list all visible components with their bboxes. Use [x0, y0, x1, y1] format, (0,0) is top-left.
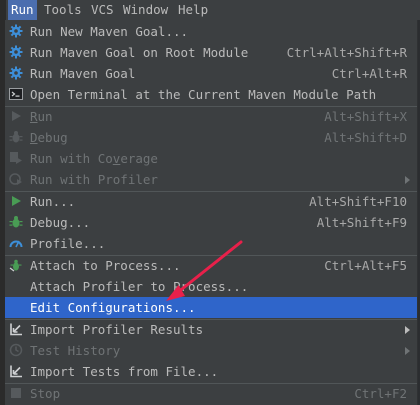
maven-gear-icon — [9, 24, 23, 38]
run-menu: Run New Maven Goal... Run Maven Goal on … — [5, 20, 418, 405]
menu-item-label: Attach Profiler to Process... — [30, 279, 249, 294]
menu-item-import-profiler-results[interactable]: Import Profiler Results — [5, 319, 417, 340]
maven-gear-icon — [9, 66, 23, 80]
menu-item-attach-profiler[interactable]: Attach Profiler to Process... — [5, 276, 417, 297]
maven-gear-icon — [9, 45, 23, 59]
menu-item-import-tests-from-file[interactable]: Import Tests from File... — [5, 361, 417, 382]
run-icon — [9, 194, 23, 208]
profiler-icon — [9, 172, 23, 186]
import-results-icon — [9, 322, 23, 336]
menu-bar: Run Tools VCS Window Help — [0, 0, 420, 20]
run-icon — [9, 109, 23, 123]
menu-item-run-maven-goal[interactable]: Run Maven Goal Ctrl+Alt+R — [5, 63, 417, 84]
menu-item-profile[interactable]: Profile... — [5, 233, 417, 254]
menubar-window[interactable]: Window — [120, 0, 171, 20]
menu-item-attach-to-process[interactable]: Attach to Process... Ctrl+Alt+F5 — [5, 255, 417, 276]
menu-item-label: Run with Profiler — [30, 172, 158, 187]
menu-item-label: Run Maven Goal — [30, 66, 136, 81]
menu-item-label: Run... — [30, 194, 76, 209]
menu-item-shortcut: Alt+Shift+F9 — [316, 215, 407, 230]
menu-item-shortcut: Ctrl+Alt+F5 — [324, 258, 407, 273]
terminal-icon — [9, 87, 23, 101]
debug-icon — [9, 215, 23, 229]
menu-item-shortcut: Ctrl+Alt+Shift+R — [286, 45, 407, 60]
debug-icon — [9, 130, 23, 144]
menu-item-label: Run — [30, 109, 53, 124]
menu-item-debug[interactable]: Debug Alt+Shift+D — [5, 127, 417, 148]
menu-item-shortcut: Alt+Shift+X — [324, 109, 407, 124]
menu-item-run-new-maven-goal[interactable]: Run New Maven Goal... — [5, 21, 417, 42]
import-results-icon — [9, 364, 23, 378]
menu-item-shortcut: Alt+Shift+D — [324, 130, 407, 145]
menu-item-test-history[interactable]: Test History — [5, 340, 417, 361]
menubar-tools[interactable]: Tools — [41, 0, 85, 20]
menu-item-label: Open Terminal at the Current Maven Modul… — [30, 87, 377, 102]
menu-item-stop[interactable]: Stop Ctrl+F2 — [5, 383, 417, 404]
menu-item-shortcut: Ctrl+Alt+R — [331, 66, 407, 81]
submenu-arrow-icon — [405, 176, 410, 184]
menubar-vcs[interactable]: VCS — [88, 0, 117, 20]
menu-item-label: Stop — [30, 386, 61, 401]
menu-item-label: Import Tests from File... — [30, 364, 219, 379]
menubar-run[interactable]: Run — [8, 0, 37, 20]
menu-item-label: Run with Coverage — [30, 151, 158, 166]
menu-item-shortcut: Ctrl+F2 — [354, 386, 407, 401]
menu-item-label: Edit Configurations... — [30, 300, 196, 315]
menu-item-label: Run Maven Goal on Root Module — [30, 45, 249, 60]
stop-icon — [9, 386, 23, 400]
menu-item-label: Debug — [30, 130, 68, 145]
submenu-arrow-icon — [405, 347, 410, 355]
menu-item-label: Debug... — [30, 215, 91, 230]
menu-item-label: Test History — [30, 343, 121, 358]
profile-gauge-icon — [9, 236, 23, 250]
attach-process-icon — [9, 258, 23, 272]
submenu-arrow-icon — [405, 326, 410, 334]
menubar-help[interactable]: Help — [175, 0, 211, 20]
menu-item-label: Profile... — [30, 236, 106, 251]
menu-item-edit-configurations[interactable]: Edit Configurations... — [5, 297, 417, 318]
menu-item-shortcut: Alt+Shift+F10 — [309, 194, 407, 209]
menu-item-label: Attach to Process... — [30, 258, 181, 273]
menu-item-label: Import Profiler Results — [30, 322, 204, 337]
menu-item-run-with-profiler[interactable]: Run with Profiler — [5, 169, 417, 190]
editor-edge — [0, 0, 6, 20]
menu-item-run[interactable]: Run Alt+Shift+X — [5, 106, 417, 127]
menu-item-open-terminal-maven[interactable]: Open Terminal at the Current Maven Modul… — [5, 84, 417, 105]
menu-item-debug-dialog[interactable]: Debug... Alt+Shift+F9 — [5, 212, 417, 233]
menu-item-run-with-coverage[interactable]: Run with Coverage — [5, 148, 417, 169]
test-history-icon — [9, 343, 23, 357]
coverage-icon — [9, 151, 23, 165]
menu-item-run-dialog[interactable]: Run... Alt+Shift+F10 — [5, 191, 417, 212]
menu-item-run-maven-goal-root[interactable]: Run Maven Goal on Root Module Ctrl+Alt+S… — [5, 42, 417, 63]
menu-item-label: Run New Maven Goal... — [30, 24, 189, 39]
